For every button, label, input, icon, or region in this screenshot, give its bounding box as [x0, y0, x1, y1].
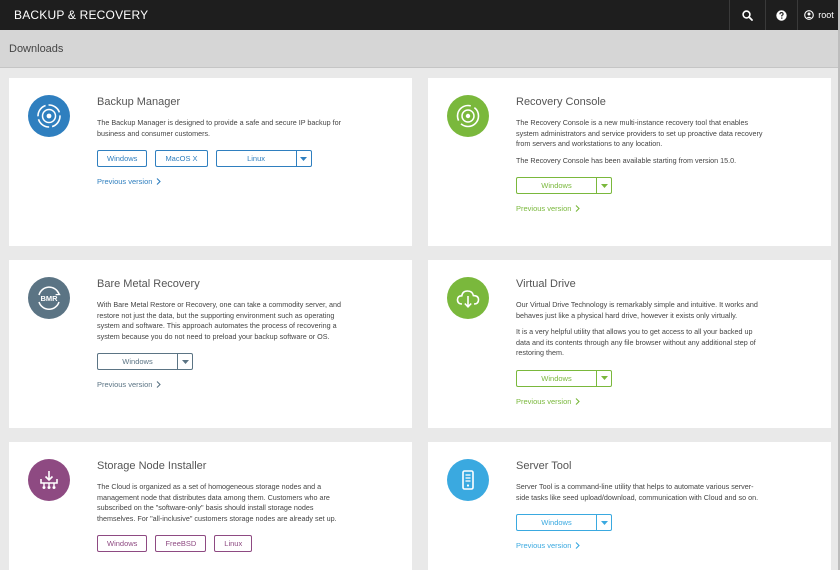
freebsd-download-button[interactable]: FreeBSD [155, 535, 207, 553]
card-title: Server Tool [516, 460, 572, 472]
linux-download-label: Linux [247, 154, 265, 164]
recovery-console-icon [447, 95, 489, 137]
page-title: Downloads [9, 43, 64, 55]
server-icon [447, 459, 489, 501]
caret-down-icon[interactable] [295, 151, 311, 167]
help-icon [776, 9, 787, 21]
windows-download-label: Windows [541, 518, 572, 528]
card-title: Backup Manager [97, 96, 181, 108]
chevron-right-icon [576, 542, 581, 550]
windows-download-dropdown[interactable]: Windows [516, 514, 612, 532]
caret-down-icon[interactable] [596, 178, 611, 194]
previous-version-label: Previous version [97, 177, 153, 187]
card-description: The Cloud is organized as a set of homog… [97, 482, 337, 523]
search-button[interactable] [729, 0, 765, 30]
user-menu[interactable]: root [797, 0, 840, 30]
card-title: Bare Metal Recovery [97, 278, 200, 290]
caret-down-icon[interactable] [596, 370, 611, 386]
card-title: Recovery Console [516, 96, 606, 108]
help-button[interactable] [765, 0, 797, 30]
search-icon [742, 9, 753, 21]
chevron-right-icon [157, 381, 162, 389]
card-title: Virtual Drive [516, 278, 576, 290]
card-description-note: It is a very helpful utility that allows… [516, 327, 756, 358]
backup-manager-icon [28, 95, 70, 137]
chevron-right-icon [157, 178, 162, 186]
user-icon [804, 10, 815, 20]
windows-download-dropdown[interactable]: Windows [516, 177, 612, 195]
app-title: BACKUP & RECOVERY [14, 8, 149, 22]
cloud-download-icon [447, 277, 489, 319]
downloads-content: Backup Manager The Backup Manager is des… [0, 68, 840, 570]
card-description: With Bare Metal Restore or Recovery, one… [97, 300, 341, 341]
previous-version-link[interactable]: Previous version [97, 380, 347, 389]
bmr-icon: BMR [28, 277, 70, 319]
linux-download-dropdown[interactable]: Linux [215, 150, 312, 168]
windows-download-button[interactable]: Windows [97, 150, 148, 168]
windows-download-label: Windows [541, 181, 572, 191]
linux-download-button[interactable]: Linux [214, 535, 253, 553]
windows-download-button[interactable]: Windows [97, 535, 148, 553]
chevron-right-icon [576, 398, 581, 405]
card-title: Storage Node Installer [97, 460, 207, 472]
previous-version-label: Previous version [97, 380, 153, 390]
page-header: Downloads [0, 30, 840, 68]
previous-version-label: Previous version [516, 204, 572, 214]
card-description: Our Virtual Drive Technology is remarkab… [516, 300, 758, 320]
previous-version-link[interactable]: Previous version [516, 397, 766, 406]
windows-download-dropdown[interactable]: Windows [516, 369, 612, 387]
previous-version-link[interactable]: Previous version [516, 541, 766, 550]
card-virtual-drive: Virtual Drive Our Virtual Drive Technolo… [428, 260, 831, 428]
windows-download-label: Windows [122, 357, 153, 367]
card-storage-node-installer: Storage Node Installer The Cloud is orga… [9, 442, 412, 570]
card-bare-metal-recovery: BMR Bare Metal Recovery With Bare Metal … [9, 260, 412, 428]
previous-version-link[interactable]: Previous version [97, 177, 347, 186]
windows-download-dropdown[interactable]: Windows [97, 353, 193, 371]
bmr-icon-text: BMR [40, 294, 58, 303]
windows-download-label: Windows [541, 373, 572, 383]
storage-node-icon [28, 459, 70, 501]
caret-down-icon[interactable] [177, 354, 192, 370]
caret-down-icon[interactable] [596, 515, 611, 531]
top-bar: BACKUP & RECOVERY root [0, 0, 840, 30]
previous-version-link[interactable]: Previous version [516, 204, 766, 213]
user-name: root [818, 10, 834, 20]
card-description: Server Tool is a command-line utility th… [516, 482, 759, 502]
card-description-note: The Recovery Console has been available … [516, 155, 737, 165]
card-server-tool: Server Tool Server Tool is a command-lin… [428, 442, 831, 570]
card-description: The Recovery Console is a new multi-inst… [516, 118, 763, 149]
card-description: The Backup Manager is designed to provid… [97, 118, 341, 138]
macos-download-button[interactable]: MacOS X [155, 150, 208, 168]
chevron-right-icon [576, 205, 581, 213]
previous-version-label: Previous version [516, 541, 572, 551]
previous-version-label: Previous version [516, 396, 572, 406]
card-backup-manager: Backup Manager The Backup Manager is des… [9, 78, 412, 246]
card-recovery-console: Recovery Console The Recovery Console is… [428, 78, 831, 246]
